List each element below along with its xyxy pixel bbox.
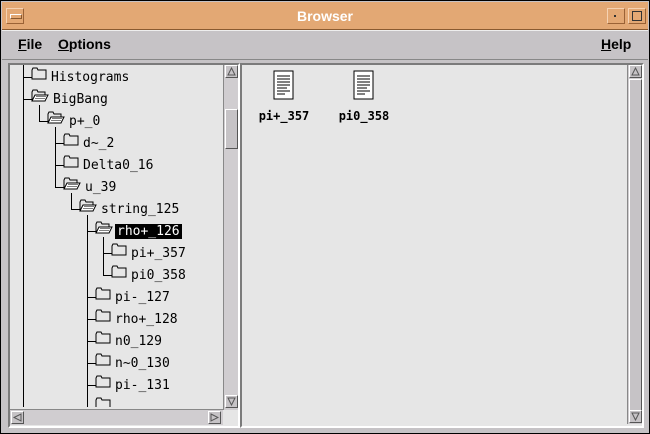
document-icon: [353, 70, 375, 104]
tree-connector-line: [87, 215, 88, 407]
folder-closed-icon: [63, 154, 79, 176]
folder-closed-icon: [95, 286, 111, 308]
tree-item[interactable]: BigBang: [31, 88, 110, 110]
tree-connector-line: [55, 127, 56, 187]
tree-connector-line: [71, 193, 72, 209]
window-menu-button[interactable]: [6, 8, 24, 24]
menu-options[interactable]: Options: [58, 36, 111, 52]
scroll-up-arrow-icon[interactable]: [629, 65, 642, 78]
tree-item-label: pi+_357: [131, 245, 186, 261]
tree-item[interactable]: pi-_131: [95, 374, 172, 396]
tree-item-label: string_125: [101, 201, 180, 217]
tree-item-label: [113, 400, 117, 408]
folder-closed-icon: [31, 66, 47, 88]
tree-item-label: p+_0: [69, 113, 101, 129]
document-icon: [273, 70, 295, 104]
tree-item[interactable]: n0_129: [95, 330, 164, 352]
file-name: pi+_357: [258, 109, 310, 123]
tree-item[interactable]: string_125: [79, 198, 181, 220]
folder-open-icon: [79, 198, 97, 220]
folder-open-icon: [63, 176, 81, 198]
minimize-button[interactable]: [607, 8, 625, 24]
tree-item-label: Delta0_16: [83, 157, 154, 173]
scroll-down-arrow-icon[interactable]: [629, 410, 642, 423]
folder-closed-icon: [63, 132, 79, 154]
tree-vertical-scrollbar[interactable]: [223, 65, 238, 410]
file-name: pi0_358: [338, 109, 390, 123]
files-vertical-scrollbar[interactable]: [627, 65, 642, 424]
scroll-right-arrow-icon[interactable]: [208, 411, 221, 424]
scroll-down-arrow-icon[interactable]: [225, 395, 238, 408]
file-item[interactable]: pi+_357: [249, 70, 319, 123]
tree-item-label: pi0_358: [131, 267, 186, 283]
files-scroll-thumb[interactable]: [629, 79, 642, 411]
tree-scroll-thumb[interactable]: [225, 109, 238, 149]
title-bar[interactable]: Browser: [2, 2, 648, 30]
tree-item-label: BigBang: [53, 91, 108, 107]
tree-connector-line: [23, 65, 24, 407]
menu-file[interactable]: File: [18, 36, 42, 52]
tree-item[interactable]: pi-_127: [95, 286, 172, 308]
tree-item-label: pi-_127: [115, 289, 170, 305]
tree-item[interactable]: rho+_126: [95, 220, 182, 242]
scroll-left-arrow-icon[interactable]: [11, 411, 24, 424]
folder-open-icon: [95, 220, 113, 242]
file-list-pane: pi+_357 pi0_358: [240, 63, 644, 428]
tree-item-label: n0_129: [115, 333, 162, 349]
folder-closed-icon: [111, 242, 127, 264]
folder-closed-icon: [95, 330, 111, 352]
window-title: Browser: [296, 8, 354, 24]
folder-closed-icon: [95, 396, 111, 407]
tree-pane: Histograms BigBang p+_0 d~_2 Delta0_16 u_39st…: [8, 63, 240, 428]
folder-open-icon: [31, 88, 49, 110]
scroll-up-arrow-icon[interactable]: [225, 65, 238, 78]
tree-item[interactable]: pi+_357: [111, 242, 188, 264]
menu-bar: File Options Help: [2, 30, 648, 60]
file-item[interactable]: pi0_358: [329, 70, 399, 123]
tree-item-label: u_39: [85, 179, 117, 195]
tree-item[interactable]: [95, 396, 117, 407]
folder-closed-icon: [111, 264, 127, 286]
folder-closed-icon: [95, 352, 111, 374]
tree-item[interactable]: Delta0_16: [63, 154, 155, 176]
folder-tree: Histograms BigBang p+_0 d~_2 Delta0_16 u_39st…: [10, 65, 222, 407]
tree-item-label: d~_2: [83, 135, 115, 151]
tree-item[interactable]: pi0_358: [111, 264, 188, 286]
tree-connector-line: [39, 105, 40, 121]
tree-item-label: rho+_128: [115, 311, 178, 327]
tree-horizontal-scrollbar[interactable]: [10, 409, 223, 425]
tree-item-label: n~0_130: [115, 355, 170, 371]
folder-closed-icon: [95, 374, 111, 396]
tree-item[interactable]: Histograms: [31, 66, 131, 88]
menu-help[interactable]: Help: [601, 36, 631, 52]
maximize-button[interactable]: [628, 8, 646, 24]
tree-item-label: rho+_126: [115, 223, 182, 239]
tree-item[interactable]: n~0_130: [95, 352, 172, 374]
tree-item-label: pi-_131: [115, 377, 170, 393]
tree-item[interactable]: rho+_128: [95, 308, 180, 330]
folder-closed-icon: [95, 308, 111, 330]
tree-item[interactable]: d~_2: [63, 132, 116, 154]
tree-item-label: Histograms: [51, 69, 130, 85]
folder-open-icon: [47, 110, 65, 132]
tree-connector-line: [103, 237, 104, 275]
